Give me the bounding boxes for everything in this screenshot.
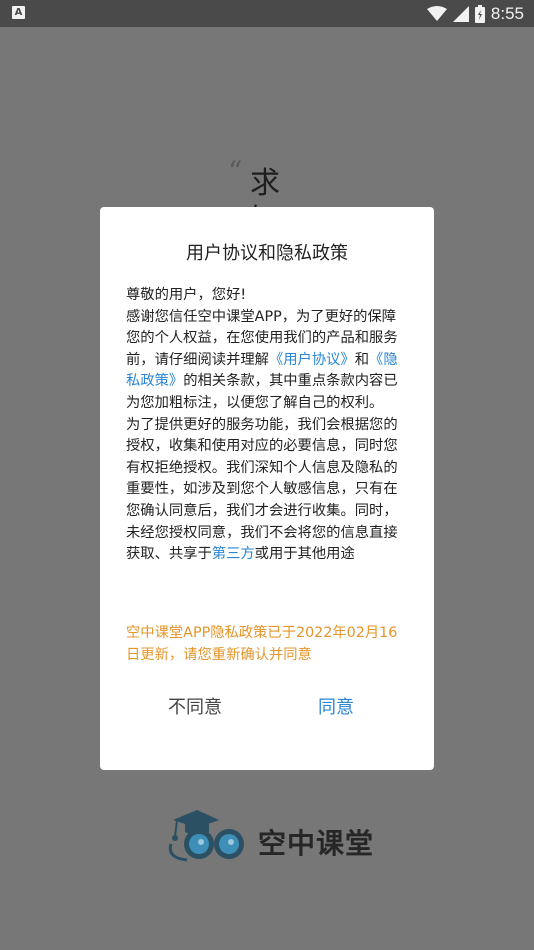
dialog-body: 尊敬的用户，您好! 感谢您信任空中课堂APP，为了更好的保障您的个人权益，在您使… <box>126 285 410 566</box>
agree-button[interactable]: 同意 <box>318 695 354 721</box>
p1-and: 和 <box>354 351 370 368</box>
quote-mark: “ <box>228 155 243 188</box>
third-party-link[interactable]: 第三方 <box>212 546 255 562</box>
dialog-title: 用户协议和隐私政策 <box>186 243 348 264</box>
mortarboard-owl-logo <box>168 810 244 862</box>
app-notification-icon: A <box>12 6 25 19</box>
status-bar: A 8:55 <box>0 0 534 27</box>
paragraph-1: 感谢您信任空中课堂APP，为了更好的保障您的个人权益，在您使用我们的产品和服务前… <box>126 307 410 415</box>
status-time: 8:55 <box>490 3 524 23</box>
brand-logo: 空中课堂 <box>163 806 383 866</box>
brand-name: 空中课堂 <box>258 827 375 860</box>
p2-part1: 为了提供更好的服务功能，我们会根据您的授权，收集和使用对应的必要信息，同时您有权… <box>126 416 398 563</box>
p2-part2: 或用于其他用途 <box>254 546 355 563</box>
status-indicators: 8:55 <box>426 0 524 27</box>
greeting: 尊敬的用户，您好! <box>126 287 247 303</box>
signal-icon <box>452 5 469 22</box>
battery-icon <box>474 4 485 23</box>
wifi-icon <box>426 5 447 21</box>
update-notice: 空中课堂APP隐私政策已于2022年02月16日更新，请您重新确认并同意 <box>126 625 398 663</box>
paragraph-2: 为了提供更好的服务功能，我们会根据您的授权，收集和使用对应的必要信息，同时您有权… <box>126 415 410 566</box>
disagree-button[interactable]: 不同意 <box>168 695 222 721</box>
user-agreement-link[interactable]: 《用户协议》 <box>269 352 355 368</box>
privacy-dialog: 用户协议和隐私政策 尊敬的用户，您好! 感谢您信任空中课堂APP，为了更好的保障… <box>100 207 434 770</box>
